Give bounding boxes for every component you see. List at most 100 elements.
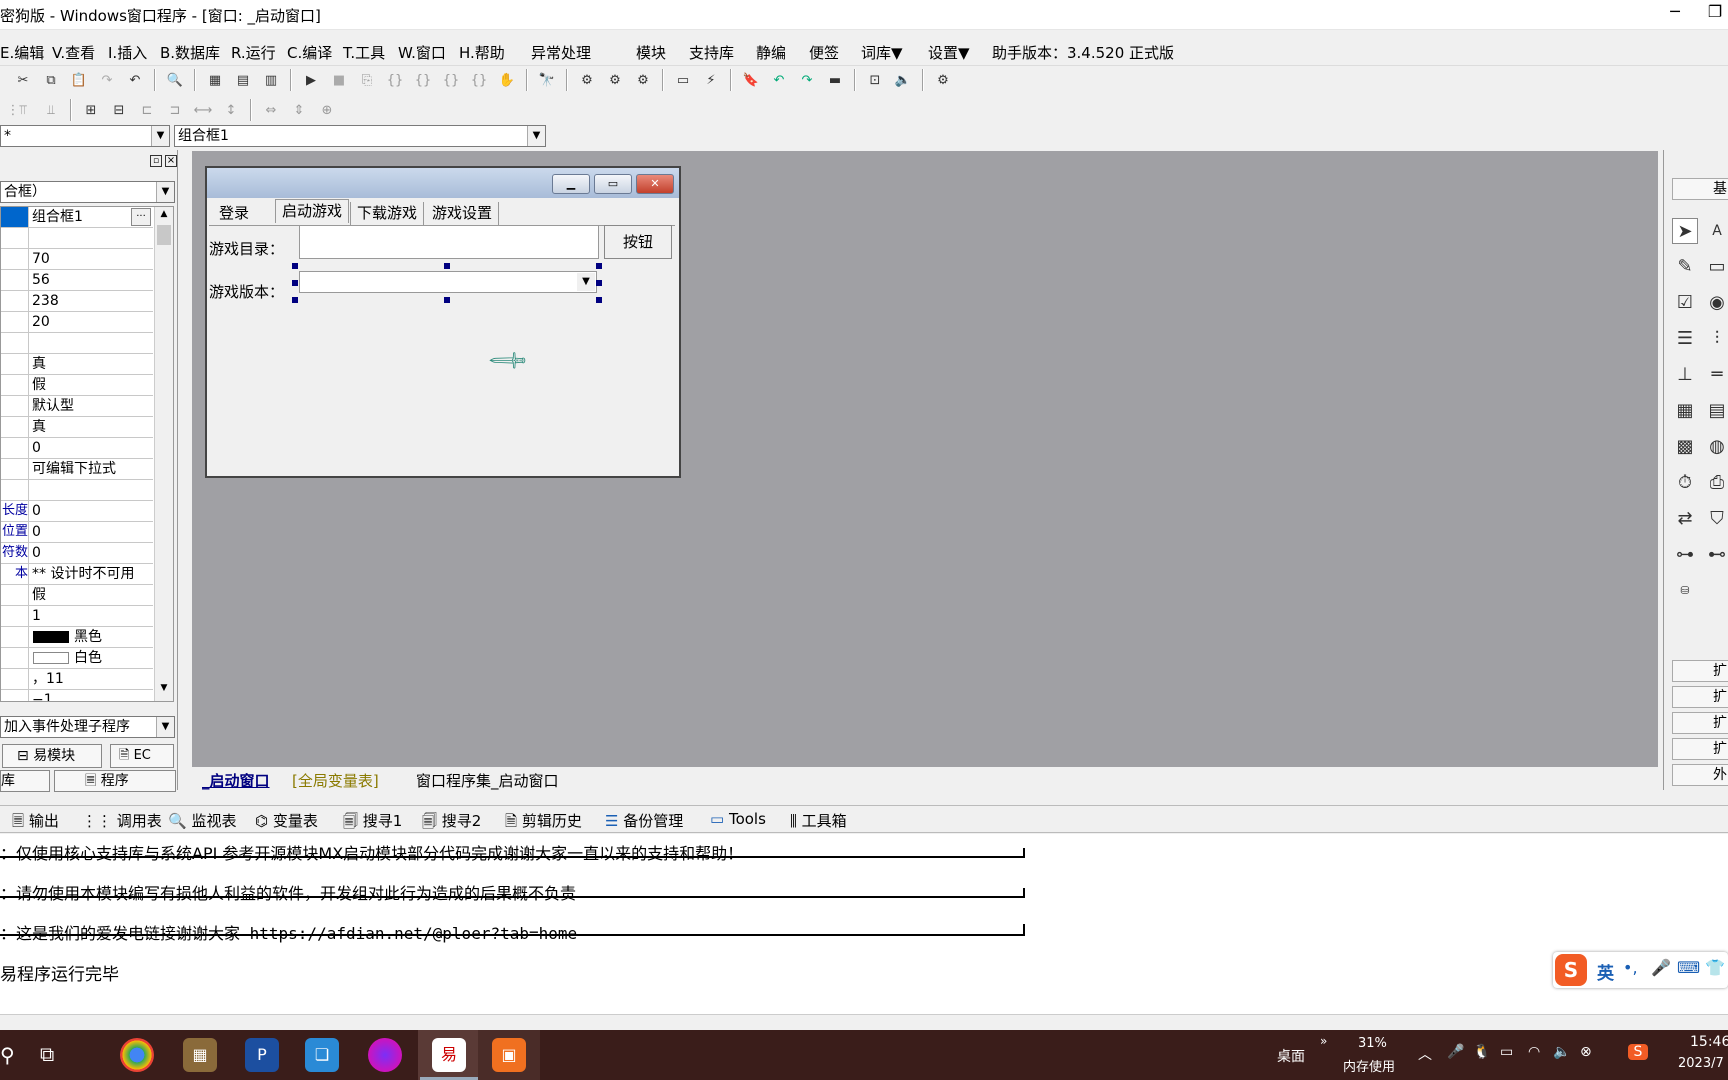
object-combo[interactable]: * ▼: [0, 125, 170, 147]
game-version-combo[interactable]: ▼: [299, 271, 597, 293]
menu-lexicon[interactable]: 词库▼: [861, 42, 903, 63]
easy-language-icon[interactable]: 易: [432, 1038, 466, 1072]
step-out-icon[interactable]: {}: [440, 69, 462, 91]
chevron-down-icon[interactable]: ▼: [157, 683, 171, 697]
list-tool-icon[interactable]: ☰: [1672, 326, 1698, 352]
property-row[interactable]: 20: [1, 312, 153, 333]
breakpoint-icon[interactable]: {}: [468, 69, 490, 91]
chevron-down-icon[interactable]: ▼: [156, 717, 174, 737]
skin-icon[interactable]: 👕: [1705, 958, 1725, 977]
tab-tools[interactable]: ▭ Tools: [710, 810, 766, 828]
property-row[interactable]: 白色: [1, 648, 153, 669]
tab-backup[interactable]: ☰ 备份管理: [605, 810, 683, 831]
toolbox-external-tab[interactable]: 外: [1672, 764, 1728, 786]
step-icon[interactable]: ⎘: [356, 69, 378, 91]
sogou-icon[interactable]: S: [1555, 954, 1587, 986]
chrome-icon[interactable]: [120, 1038, 154, 1072]
selection-handle[interactable]: [596, 297, 602, 303]
property-object-combo[interactable]: 合框） ▼: [0, 181, 175, 203]
property-row[interactable]: 假: [1, 585, 153, 606]
selection-handle[interactable]: [292, 297, 298, 303]
tab-ec[interactable]: 🗎 EC: [110, 744, 174, 768]
edit-tool-icon[interactable]: ✎: [1672, 254, 1698, 280]
radio-tool-icon[interactable]: ◉: [1704, 290, 1728, 316]
align-right-icon[interactable]: ⊐: [164, 99, 186, 121]
window-icon[interactable]: ▭: [672, 69, 694, 91]
game-dir-input[interactable]: [299, 225, 599, 259]
menu-window[interactable]: W.窗口: [398, 42, 446, 63]
chevron-up-icon[interactable]: ▲: [157, 209, 171, 223]
property-row[interactable]: 组合框1 ···: [1, 207, 153, 228]
step-into-icon[interactable]: {}: [384, 69, 406, 91]
property-row[interactable]: [1, 228, 153, 249]
menu-settings[interactable]: 设置▼: [928, 42, 970, 63]
panel-tool-icon[interactable]: ▤: [1704, 398, 1728, 424]
gear-icon[interactable]: ⚙: [932, 69, 954, 91]
tab-search2[interactable]: 🗐 搜寻2: [422, 810, 481, 836]
selection-handle[interactable]: [444, 297, 450, 303]
menu-compile[interactable]: C.编译: [287, 42, 332, 63]
chevron-down-icon[interactable]: ▼: [151, 126, 169, 146]
minimize-icon[interactable]: ─: [1655, 2, 1695, 21]
search-icon[interactable]: ⚲: [0, 1043, 15, 1067]
chevron-up-icon[interactable]: ︿: [1418, 1044, 1432, 1064]
menu-view[interactable]: V.查看: [52, 42, 95, 63]
punctuation-icon[interactable]: •,: [1623, 958, 1638, 977]
next-bookmark-icon[interactable]: ↷: [796, 69, 818, 91]
selection-handle[interactable]: [292, 280, 298, 286]
ellipsis-button[interactable]: ···: [131, 208, 151, 226]
property-row[interactable]: 70: [1, 249, 153, 270]
divider-tool-icon[interactable]: ═: [1704, 362, 1728, 388]
property-row[interactable]: 长度 0: [1, 501, 153, 522]
step-over-icon[interactable]: {}: [412, 69, 434, 91]
network-tool-icon[interactable]: ⇄: [1672, 506, 1698, 532]
compile-icon[interactable]: ⚙: [576, 69, 598, 91]
volume-icon[interactable]: 🔈: [1553, 1044, 1570, 1060]
property-row[interactable]: 真: [1, 354, 153, 375]
compile2-icon[interactable]: ⚙: [604, 69, 626, 91]
property-row[interactable]: 位置 0: [1, 522, 153, 543]
pointer-icon[interactable]: ➤: [1672, 218, 1698, 244]
property-row[interactable]: [1, 333, 153, 354]
tab-launch-game[interactable]: 启动游戏: [275, 199, 350, 223]
doc-tab-start-window[interactable]: _启动窗口: [202, 770, 270, 791]
align-top-icon[interactable]: ⫪: [12, 99, 34, 121]
ruler-tool-icon[interactable]: ⊥: [1672, 362, 1698, 388]
property-row[interactable]: ，11: [1, 669, 153, 690]
sogou-tray-icon[interactable]: S: [1628, 1044, 1648, 1060]
undo-icon[interactable]: ↶: [124, 69, 146, 91]
layout2-icon[interactable]: ▤: [232, 69, 254, 91]
bar-tool-icon[interactable]: ⫶: [1704, 326, 1728, 352]
chevron-down-icon[interactable]: ▼: [527, 126, 545, 146]
tab-call-table[interactable]: ⋮⋮ 调用表: [82, 810, 162, 831]
printer-tool-icon[interactable]: ⎙: [1704, 470, 1728, 496]
center-v-icon[interactable]: ⊟: [108, 99, 130, 121]
tab-game-settings[interactable]: 游戏设置: [426, 202, 500, 226]
tab-toolbox[interactable]: ⫼ 工具箱: [790, 810, 847, 831]
property-row[interactable]: 0: [1, 438, 153, 459]
tab-program[interactable]: 🗏 程序: [54, 770, 176, 792]
design-form[interactable]: ▁ ▭ ✕ 登录 启动游戏 下载游戏 游戏设置 游戏目录： 按钮 游戏版本： ▼…: [205, 166, 681, 478]
task-view-icon[interactable]: ⧉: [40, 1042, 54, 1066]
toolbox-ext-tab-3[interactable]: 扩: [1672, 712, 1728, 734]
qq-icon[interactable]: 🐧: [1473, 1044, 1490, 1060]
property-row[interactable]: 1: [1, 606, 153, 627]
same-width-icon[interactable]: ⇔: [260, 99, 282, 121]
control-combo[interactable]: 组合框1 ▼: [174, 125, 546, 147]
run-icon[interactable]: ▶: [300, 69, 322, 91]
chevron-icon[interactable]: »: [1320, 1034, 1327, 1048]
clock-time[interactable]: 15:46: [1690, 1034, 1728, 1050]
compile3-icon[interactable]: ⚙: [632, 69, 654, 91]
align-left-icon[interactable]: ⊏: [136, 99, 158, 121]
toolbox-ext-tab-4[interactable]: 扩: [1672, 738, 1728, 760]
browse-button[interactable]: 按钮: [604, 225, 672, 259]
speaker-icon[interactable]: 🔈: [892, 69, 914, 91]
space-h-icon[interactable]: ⟷: [192, 99, 214, 121]
close-circle-icon[interactable]: ⊗: [1580, 1044, 1592, 1060]
flash-icon[interactable]: ⚡: [700, 69, 722, 91]
tree2-tool-icon[interactable]: ⊷: [1704, 542, 1728, 568]
calendar-tool-icon[interactable]: ▩: [1672, 434, 1698, 460]
tab-modules[interactable]: ⊟ 易模块: [2, 744, 102, 768]
grid-tool-icon[interactable]: ▦: [1672, 398, 1698, 424]
property-row[interactable]: −1: [1, 690, 153, 701]
